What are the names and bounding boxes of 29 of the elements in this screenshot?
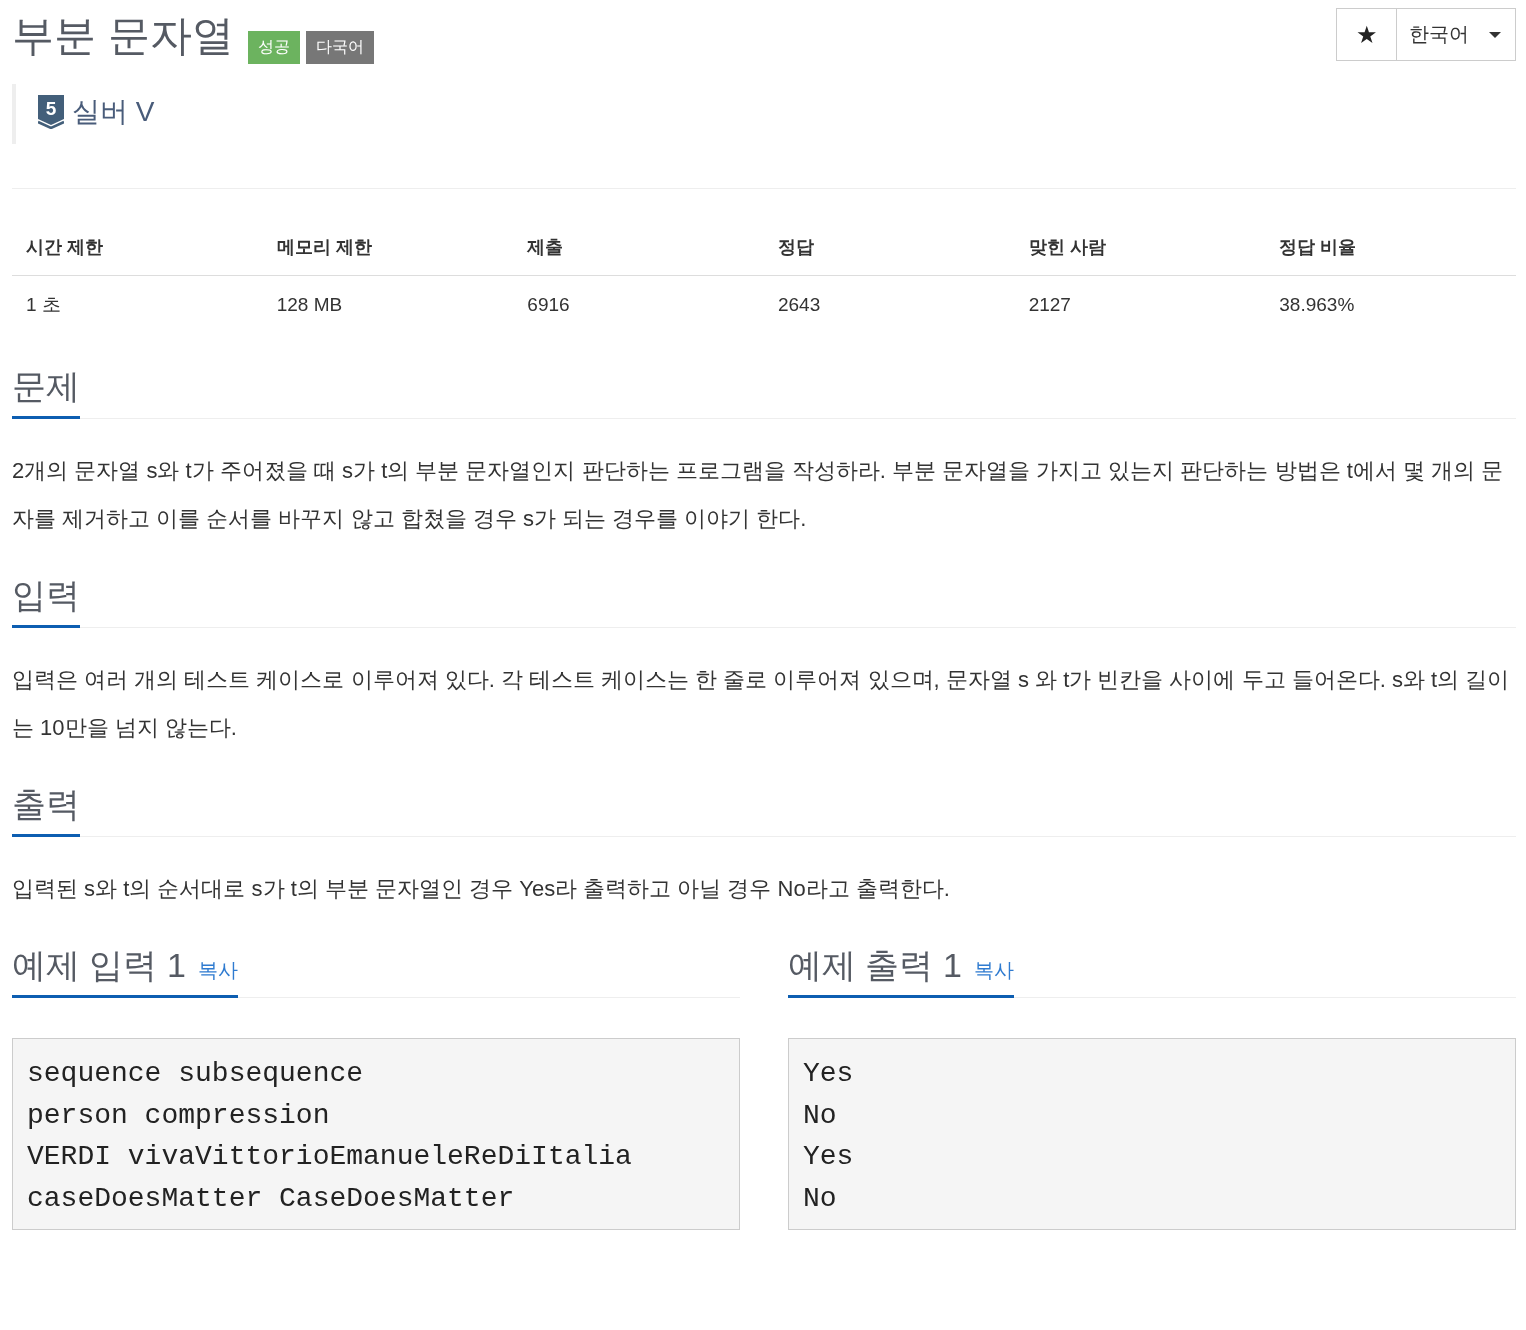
section-text: 2개의 문자열 s와 t가 주어졌을 때 s가 t의 부분 문자열인지 판단하는 프로그램을 작성하라. 부분 문자열을 가지고 있는지 판단하는 방법은 t에서 몇 개의 문자를 제거하고 이를 순서를 바꾸지 않고 합쳤을 경우 s가 되는 경우를 이야기 한다. (12, 457, 1505, 533)
table-cell: 128 MB (262, 275, 514, 334)
sample-code: Yes No Yes No (788, 1038, 1516, 1230)
column-header: 정답 비율 (1265, 225, 1516, 276)
section-heading: 문제 (12, 364, 80, 419)
section-text: 입력된 s와 t의 순서대로 s가 t의 부분 문자열인 경우 Yes라 출력하고 아닐 경우 No라고 출력한다. (12, 875, 951, 903)
section-heading: 출력 (12, 782, 80, 837)
section-text: 입력은 여러 개의 테스트 케이스로 이루어져 있다. 각 테스트 케이스는 한 줄로 이루어져 있으며, 문자열 s 와 t가 빈칸을 사이에 두고 들어온다. s와 t의 길이는 10만을 넘지 않는다. (12, 666, 1511, 742)
status-label: 성공 (247, 31, 300, 64)
column-header: 맞힌 사람 (1014, 225, 1266, 276)
sample-code: sequence subsequence person compression VERDI vivaVittorioEmanueleReDiItalia caseDoesMatter CaseDoesMatter (12, 1038, 740, 1230)
caret-icon (1489, 31, 1501, 38)
table-cell: 2127 (1014, 275, 1266, 334)
column-header: 정답 (763, 225, 1015, 276)
tier-label: 실버 V (72, 95, 155, 129)
table-cell: 38.963% (1265, 275, 1516, 334)
sample-heading: 예제 입력 1 (12, 945, 186, 986)
table-cell: 6916 (513, 275, 764, 334)
column-header: 시간 제한 (12, 225, 263, 276)
table-cell: 1 초 (12, 275, 263, 334)
copy-link[interactable]: 복사 (197, 957, 238, 984)
status-label: 다국어 (305, 31, 374, 64)
copy-link[interactable]: 복사 (973, 957, 1014, 984)
column-header: 제출 (513, 225, 764, 276)
sample-heading: 예제 출력 1 (788, 945, 962, 986)
column-header: 메모리 제한 (262, 225, 514, 276)
problem-title: 부분 문자열 (12, 11, 234, 61)
table-cell: 2643 (763, 275, 1015, 334)
section-heading: 입력 (12, 573, 80, 628)
